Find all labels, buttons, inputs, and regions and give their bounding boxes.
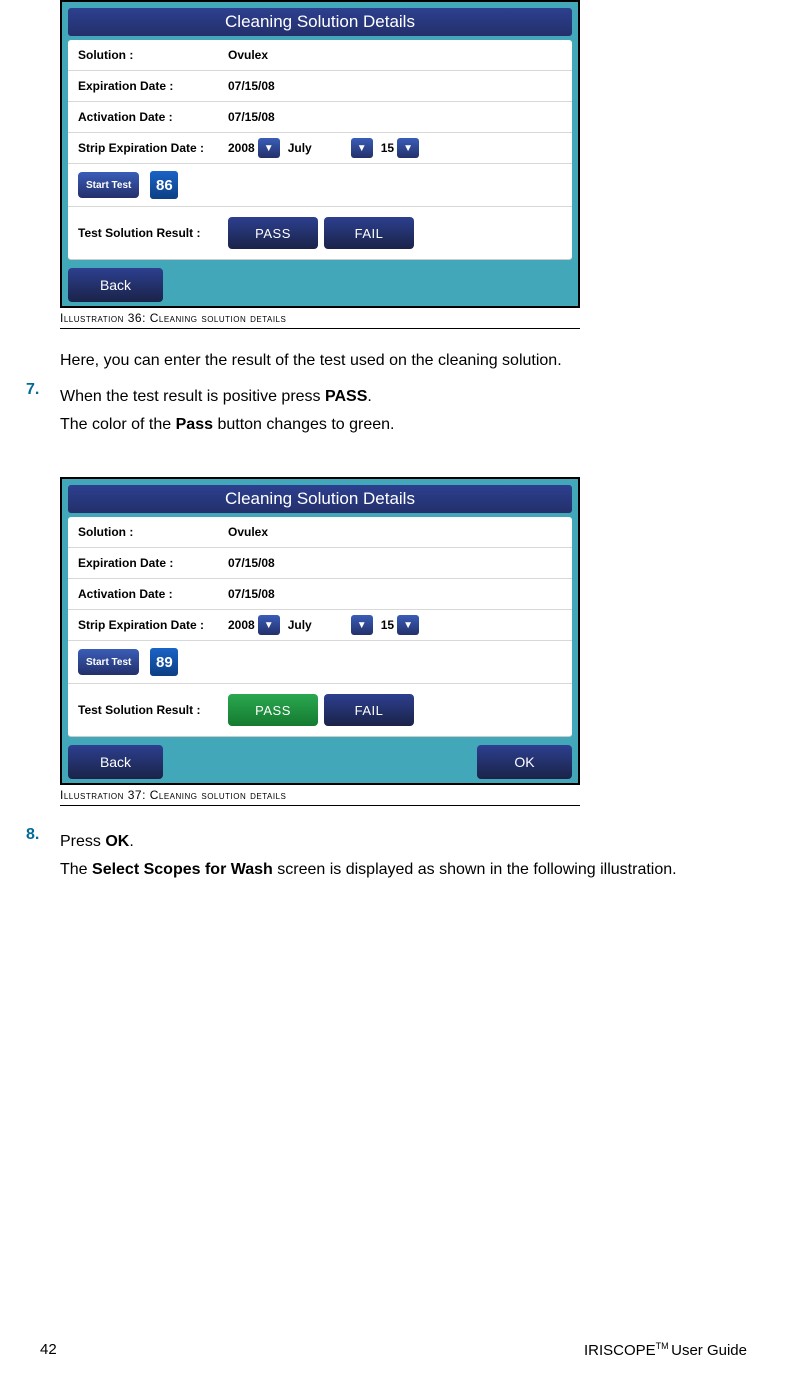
chevron-down-icon: ▼ [351, 138, 373, 158]
step-body: Press OK. The Select Scopes for Wash scr… [60, 826, 677, 886]
solution-value: Ovulex [228, 525, 268, 539]
expiration-value: 07/15/08 [228, 79, 275, 93]
step-7: 7. When the test result is positive pres… [60, 381, 747, 441]
text: button changes to green. [213, 416, 394, 433]
year-value: 2008 [228, 618, 255, 632]
year-select[interactable]: 2008 ▼ [228, 615, 280, 635]
bottom-bar: Back [62, 260, 578, 306]
trademark-symbol: TM [656, 1341, 672, 1351]
year-select[interactable]: 2008 ▼ [228, 138, 280, 158]
ok-button[interactable]: OK [477, 745, 572, 779]
brand-text: IRISCOPETM User Guide [584, 1341, 747, 1359]
bottom-bar: Back OK [62, 737, 578, 783]
activation-label: Activation Date : [78, 587, 228, 601]
start-test-button[interactable]: Start Test [78, 649, 139, 675]
brand-name: IRISCOPE [584, 1342, 656, 1359]
strip-label: Strip Expiration Date : [78, 141, 228, 155]
illustration-36-caption: Illustration 36: Cleaning solution detai… [60, 308, 580, 329]
caption-text: : Cleaning solution details [142, 311, 286, 325]
month-select[interactable]: July ▼ [288, 615, 373, 635]
text: The [60, 861, 92, 878]
expiration-value: 07/15/08 [228, 556, 275, 570]
row-result: Test Solution Result : PASS FAIL [68, 684, 572, 736]
strip-label: Strip Expiration Date : [78, 618, 228, 632]
countdown-badge: 86 [149, 170, 179, 200]
caption-prefix: Illustration [60, 311, 128, 325]
brand-suffix: User Guide [671, 1342, 747, 1359]
activation-value: 07/15/08 [228, 587, 275, 601]
pass-keyword: PASS [325, 388, 367, 405]
caption-number: 37 [128, 788, 142, 802]
month-value: July [288, 618, 348, 632]
row-strip-expiration: Strip Expiration Date : 2008 ▼ July ▼ 15… [68, 133, 572, 164]
dialog-title: Cleaning Solution Details [68, 8, 572, 36]
day-select[interactable]: 15 ▼ [381, 615, 419, 635]
day-value: 15 [381, 141, 394, 155]
activation-label: Activation Date : [78, 110, 228, 124]
row-result: Test Solution Result : PASS FAIL [68, 207, 572, 259]
solution-label: Solution : [78, 48, 228, 62]
text: screen is displayed as shown in the foll… [273, 861, 677, 878]
pass-button[interactable]: PASS [228, 217, 318, 249]
step-number: 8. [26, 826, 60, 886]
chevron-down-icon: ▼ [258, 138, 280, 158]
countdown-badge: 89 [149, 647, 179, 677]
chevron-down-icon: ▼ [351, 615, 373, 635]
chevron-down-icon: ▼ [397, 615, 419, 635]
row-activation: Activation Date : 07/15/08 [68, 579, 572, 610]
caption-prefix: Illustration [60, 788, 128, 802]
row-solution: Solution : Ovulex [68, 517, 572, 548]
back-button[interactable]: Back [68, 745, 163, 779]
text: . [129, 833, 133, 850]
text: . [367, 388, 371, 405]
day-select[interactable]: 15 ▼ [381, 138, 419, 158]
step-body: When the test result is positive press P… [60, 381, 394, 441]
illustration-37-caption: Illustration 37: Cleaning solution detai… [60, 785, 580, 806]
text: When the test result is positive press [60, 388, 325, 405]
screen-name-keyword: Select Scopes for Wash [92, 861, 273, 878]
result-label: Test Solution Result : [78, 226, 228, 240]
page-number: 42 [40, 1341, 57, 1359]
activation-value: 07/15/08 [228, 110, 275, 124]
ok-keyword: OK [105, 833, 129, 850]
dialog-title: Cleaning Solution Details [68, 485, 572, 513]
chevron-down-icon: ▼ [397, 138, 419, 158]
page-footer: 42 IRISCOPETM User Guide [40, 1341, 747, 1359]
text: The color of the [60, 416, 176, 433]
text: Press [60, 833, 105, 850]
caption-text: : Cleaning solution details [142, 788, 286, 802]
row-expiration: Expiration Date : 07/15/08 [68, 548, 572, 579]
row-start-test: Start Test 86 [68, 164, 572, 207]
pass-keyword: Pass [176, 416, 213, 433]
fail-button[interactable]: FAIL [324, 217, 414, 249]
start-test-button[interactable]: Start Test [78, 172, 139, 198]
step-8: 8. Press OK. The Select Scopes for Wash … [60, 826, 747, 886]
solution-label: Solution : [78, 525, 228, 539]
result-label: Test Solution Result : [78, 703, 228, 717]
back-button[interactable]: Back [68, 268, 163, 302]
illustration-37-frame: Cleaning Solution Details Solution : Ovu… [60, 477, 580, 785]
form-panel: Solution : Ovulex Expiration Date : 07/1… [68, 517, 572, 737]
row-solution: Solution : Ovulex [68, 40, 572, 71]
step-number: 7. [26, 381, 60, 441]
month-select[interactable]: July ▼ [288, 138, 373, 158]
chevron-down-icon: ▼ [258, 615, 280, 635]
intro-paragraph: Here, you can enter the result of the te… [60, 349, 747, 373]
row-strip-expiration: Strip Expiration Date : 2008 ▼ July ▼ 15… [68, 610, 572, 641]
expiration-label: Expiration Date : [78, 79, 228, 93]
caption-number: 36 [128, 311, 142, 325]
illustration-36-frame: Cleaning Solution Details Solution : Ovu… [60, 0, 580, 308]
month-value: July [288, 141, 348, 155]
expiration-label: Expiration Date : [78, 556, 228, 570]
row-start-test: Start Test 89 [68, 641, 572, 684]
solution-value: Ovulex [228, 48, 268, 62]
pass-button[interactable]: PASS [228, 694, 318, 726]
row-activation: Activation Date : 07/15/08 [68, 102, 572, 133]
day-value: 15 [381, 618, 394, 632]
row-expiration: Expiration Date : 07/15/08 [68, 71, 572, 102]
fail-button[interactable]: FAIL [324, 694, 414, 726]
year-value: 2008 [228, 141, 255, 155]
form-panel: Solution : Ovulex Expiration Date : 07/1… [68, 40, 572, 260]
